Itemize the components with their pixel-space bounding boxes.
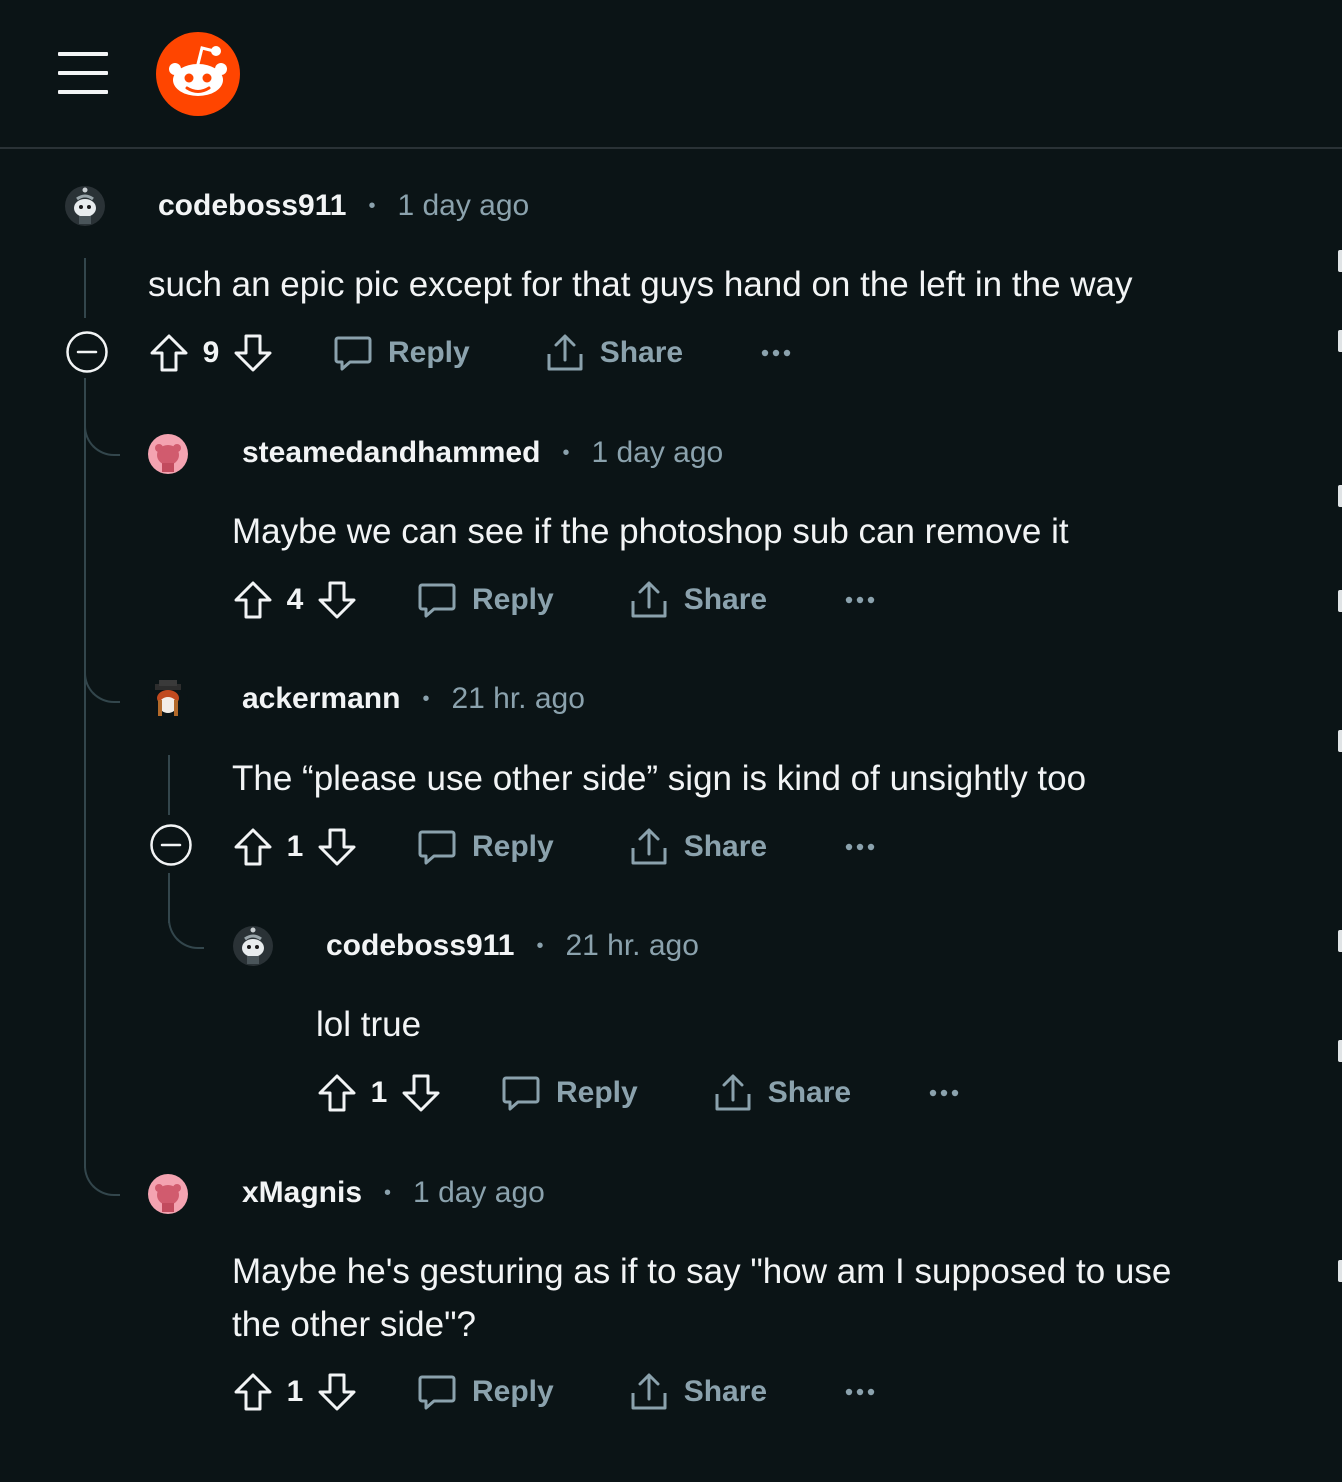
share-label: Share — [683, 830, 768, 863]
comment-author[interactable]: codeboss911 — [158, 189, 346, 223]
thread-connector — [84, 1160, 120, 1196]
snoo-gray-avatar[interactable] — [64, 185, 106, 227]
more-options-icon[interactable] — [923, 1072, 965, 1114]
reply-button[interactable]: Reply — [416, 826, 554, 868]
collapse-thread-icon[interactable] — [149, 823, 193, 867]
share-button[interactable]: Share — [628, 826, 767, 868]
app-header — [0, 0, 1342, 149]
separator-dot: • — [422, 687, 430, 710]
collapse-thread-icon[interactable] — [65, 330, 109, 374]
share-button[interactable]: Share — [712, 1072, 851, 1114]
reply-button[interactable]: Reply — [416, 579, 554, 621]
separator-dot: • — [384, 1181, 392, 1204]
upvote-icon[interactable] — [232, 1371, 274, 1413]
share-label: Share — [683, 583, 768, 616]
snoo-pink-avatar[interactable] — [147, 1173, 189, 1215]
reply-icon — [332, 332, 374, 374]
comment-meta: codeboss911 • 21 hr. ago — [326, 926, 699, 966]
reply-icon — [416, 826, 458, 868]
thread-connector — [84, 667, 120, 703]
upvote-icon[interactable] — [316, 1072, 358, 1114]
comment-body: Maybe we can see if the photoshop sub ca… — [232, 512, 1069, 551]
more-options-icon[interactable] — [839, 826, 881, 868]
snoo-pink-avatar[interactable] — [147, 433, 189, 475]
comment-author[interactable]: codeboss911 — [326, 929, 514, 963]
right-edge-slivers — [1338, 240, 1342, 1470]
vote-count: 1 — [370, 1076, 388, 1109]
comment-author[interactable]: xMagnis — [242, 1176, 362, 1210]
thread-rail-level2 — [168, 755, 170, 815]
comment-actions: 1 Reply Share — [232, 822, 881, 872]
reply-label: Reply — [472, 583, 554, 616]
share-label: Share — [683, 1375, 768, 1408]
comment-body-line: the other side"? — [232, 1305, 476, 1344]
comment-body: such an epic pic except for that guys ha… — [148, 265, 1133, 304]
vote-count: 4 — [286, 583, 304, 616]
share-button[interactable]: Share — [628, 579, 767, 621]
vote-count: 1 — [286, 1375, 304, 1408]
thread-rail-level1 — [84, 378, 86, 1168]
share-icon — [628, 826, 670, 868]
comment-actions: 1 Reply Share — [316, 1068, 965, 1118]
reply-icon — [416, 1371, 458, 1413]
separator-dot: • — [368, 194, 376, 217]
vote-count: 9 — [202, 336, 220, 369]
reply-label: Reply — [472, 830, 554, 863]
downvote-icon[interactable] — [316, 826, 358, 868]
upvote-icon[interactable] — [232, 579, 274, 621]
comment-body: The “please use other side” sign is kind… — [232, 759, 1087, 798]
more-options-icon[interactable] — [839, 579, 881, 621]
snoo-gray-avatar[interactable] — [232, 925, 274, 967]
reddit-logo-icon[interactable] — [156, 32, 240, 116]
thread-connector — [84, 420, 120, 456]
share-label: Share — [767, 1076, 852, 1109]
reply-icon — [416, 579, 458, 621]
separator-dot: • — [536, 934, 544, 957]
comment-body-line: Maybe he's gesturing as if to say "how a… — [232, 1252, 1172, 1291]
snoo-hat-avatar[interactable] — [147, 678, 189, 720]
comment-author[interactable]: steamedandhammed — [242, 436, 540, 470]
reply-button[interactable]: Reply — [500, 1072, 638, 1114]
comment-actions: 9 Reply Share — [148, 328, 797, 378]
reply-label: Reply — [388, 336, 470, 369]
thread-rail-level1 — [84, 258, 86, 318]
comment-body: lol true — [316, 1005, 422, 1044]
comment-author[interactable]: ackermann — [242, 682, 400, 716]
upvote-icon[interactable] — [232, 826, 274, 868]
comment-actions: 1 Reply Share — [232, 1367, 881, 1417]
reply-button[interactable]: Reply — [416, 1371, 554, 1413]
reply-button[interactable]: Reply — [332, 332, 470, 374]
share-icon — [544, 332, 586, 374]
reply-label: Reply — [556, 1076, 638, 1109]
comment-timestamp: 1 day ago — [397, 189, 530, 222]
comment-timestamp: 1 day ago — [591, 436, 724, 469]
share-button[interactable]: Share — [544, 332, 683, 374]
comment-meta: steamedandhammed • 1 day ago — [242, 433, 723, 473]
more-options-icon[interactable] — [755, 332, 797, 374]
downvote-icon[interactable] — [400, 1072, 442, 1114]
comment-timestamp: 1 day ago — [413, 1176, 545, 1209]
downvote-icon[interactable] — [316, 579, 358, 621]
share-icon — [628, 1371, 670, 1413]
comment-timestamp: 21 hr. ago — [451, 682, 585, 715]
comment-meta: xMagnis • 1 day ago — [242, 1173, 545, 1213]
comment-actions: 4 Reply Share — [232, 575, 881, 625]
thread-connector — [168, 913, 204, 949]
separator-dot: • — [562, 441, 570, 464]
share-label: Share — [599, 336, 684, 369]
share-icon — [712, 1072, 754, 1114]
comment-meta: ackermann • 21 hr. ago — [242, 679, 585, 719]
reply-icon — [500, 1072, 542, 1114]
comment-timestamp: 21 hr. ago — [565, 929, 699, 962]
downvote-icon[interactable] — [232, 332, 274, 374]
vote-count: 1 — [286, 830, 304, 863]
hamburger-menu-icon[interactable] — [58, 52, 108, 94]
upvote-icon[interactable] — [148, 332, 190, 374]
more-options-icon[interactable] — [839, 1371, 881, 1413]
downvote-icon[interactable] — [316, 1371, 358, 1413]
share-button[interactable]: Share — [628, 1371, 767, 1413]
reply-label: Reply — [472, 1375, 554, 1408]
share-icon — [628, 579, 670, 621]
comment-meta: codeboss911 • 1 day ago — [158, 186, 529, 226]
